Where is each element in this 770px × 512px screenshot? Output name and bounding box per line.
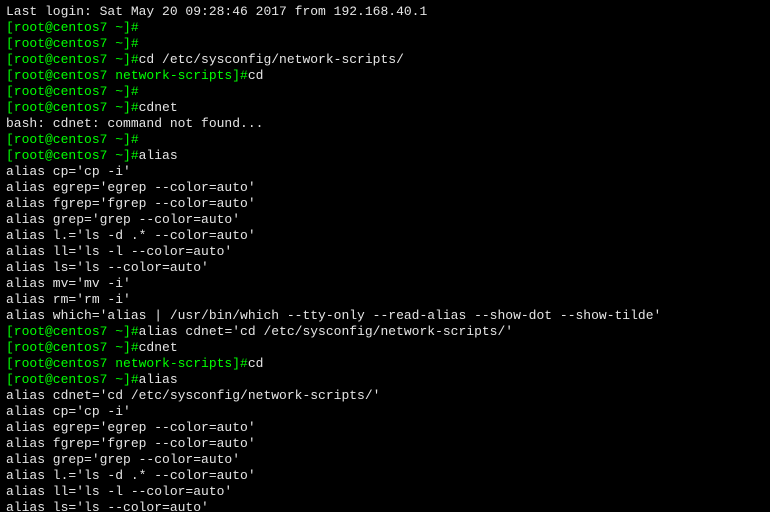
- shell-output: alias grep='grep --color=auto': [6, 452, 240, 467]
- shell-output: alias ll='ls -l --color=auto': [6, 244, 232, 259]
- shell-prompt: [root@centos7 ~]#: [6, 132, 139, 147]
- shell-output: alias fgrep='fgrep --color=auto': [6, 196, 256, 211]
- terminal-line: alias ll='ls -l --color=auto': [6, 484, 764, 500]
- shell-output: alias cp='cp -i': [6, 164, 131, 179]
- terminal-line: alias rm='rm -i': [6, 292, 764, 308]
- terminal-line: [root@centos7 ~]#cdnet: [6, 100, 764, 116]
- shell-prompt: [root@centos7 network-scripts]#: [6, 356, 248, 371]
- shell-prompt: [root@centos7 network-scripts]#: [6, 68, 248, 83]
- shell-output: alias rm='rm -i': [6, 292, 131, 307]
- shell-output: alias egrep='egrep --color=auto': [6, 420, 256, 435]
- shell-prompt: [root@centos7 ~]#: [6, 36, 139, 51]
- shell-output: alias mv='mv -i': [6, 276, 131, 291]
- terminal-line: alias l.='ls -d .* --color=auto': [6, 468, 764, 484]
- terminal-line: [root@centos7 ~]#cdnet: [6, 340, 764, 356]
- shell-output: alias cp='cp -i': [6, 404, 131, 419]
- shell-output: Last login: Sat May 20 09:28:46 2017 fro…: [6, 4, 427, 19]
- shell-prompt: [root@centos7 ~]#: [6, 84, 139, 99]
- shell-output: alias cdnet='cd /etc/sysconfig/network-s…: [6, 388, 380, 403]
- shell-output: alias l.='ls -d .* --color=auto': [6, 228, 256, 243]
- terminal-line: [root@centos7 ~]#: [6, 36, 764, 52]
- terminal-line: alias fgrep='fgrep --color=auto': [6, 196, 764, 212]
- shell-output: alias: [139, 372, 178, 387]
- shell-output: cd /etc/sysconfig/network-scripts/: [139, 52, 404, 67]
- shell-output: alias ls='ls --color=auto': [6, 260, 209, 275]
- shell-prompt: [root@centos7 ~]#: [6, 324, 139, 339]
- shell-prompt: [root@centos7 ~]#: [6, 372, 139, 387]
- terminal-line: alias grep='grep --color=auto': [6, 452, 764, 468]
- shell-output: cd: [248, 356, 264, 371]
- terminal-line: [root@centos7 network-scripts]#cd: [6, 68, 764, 84]
- terminal-line: alias ll='ls -l --color=auto': [6, 244, 764, 260]
- shell-output: alias ll='ls -l --color=auto': [6, 484, 232, 499]
- terminal-line: alias grep='grep --color=auto': [6, 212, 764, 228]
- terminal-line: alias cdnet='cd /etc/sysconfig/network-s…: [6, 388, 764, 404]
- shell-output: alias fgrep='fgrep --color=auto': [6, 436, 256, 451]
- terminal-line: [root@centos7 ~]#: [6, 84, 764, 100]
- shell-prompt: [root@centos7 ~]#: [6, 148, 139, 163]
- terminal-line: bash: cdnet: command not found...: [6, 116, 764, 132]
- terminal-line: alias cp='cp -i': [6, 404, 764, 420]
- shell-output: cdnet: [139, 340, 178, 355]
- terminal-line: alias mv='mv -i': [6, 276, 764, 292]
- terminal-line: [root@centos7 ~]#alias: [6, 372, 764, 388]
- terminal-line: alias egrep='egrep --color=auto': [6, 420, 764, 436]
- shell-output: alias ls='ls --color=auto': [6, 500, 209, 512]
- shell-prompt: [root@centos7 ~]#: [6, 340, 139, 355]
- terminal-line: alias ls='ls --color=auto': [6, 260, 764, 276]
- terminal-line: alias fgrep='fgrep --color=auto': [6, 436, 764, 452]
- terminal-line: [root@centos7 ~]#: [6, 20, 764, 36]
- shell-output: bash: cdnet: command not found...: [6, 116, 263, 131]
- shell-output: alias egrep='egrep --color=auto': [6, 180, 256, 195]
- terminal-line: [root@centos7 ~]#: [6, 132, 764, 148]
- shell-output: alias which='alias | /usr/bin/which --tt…: [6, 308, 661, 323]
- shell-prompt: [root@centos7 ~]#: [6, 100, 139, 115]
- shell-output: cd: [248, 68, 264, 83]
- terminal-line: alias ls='ls --color=auto': [6, 500, 764, 512]
- terminal-line: [root@centos7 ~]#alias: [6, 148, 764, 164]
- shell-prompt: [root@centos7 ~]#: [6, 52, 139, 67]
- terminal-line: alias egrep='egrep --color=auto': [6, 180, 764, 196]
- shell-output: alias: [139, 148, 178, 163]
- terminal-line: [root@centos7 network-scripts]#cd: [6, 356, 764, 372]
- shell-output: alias l.='ls -d .* --color=auto': [6, 468, 256, 483]
- terminal-line: [root@centos7 ~]#alias cdnet='cd /etc/sy…: [6, 324, 764, 340]
- terminal-window[interactable]: Last login: Sat May 20 09:28:46 2017 fro…: [0, 0, 770, 512]
- terminal-line: Last login: Sat May 20 09:28:46 2017 fro…: [6, 4, 764, 20]
- terminal-line: alias cp='cp -i': [6, 164, 764, 180]
- terminal-line: [root@centos7 ~]#cd /etc/sysconfig/netwo…: [6, 52, 764, 68]
- terminal-line: alias which='alias | /usr/bin/which --tt…: [6, 308, 764, 324]
- shell-output: alias cdnet='cd /etc/sysconfig/network-s…: [139, 324, 513, 339]
- shell-prompt: [root@centos7 ~]#: [6, 20, 139, 35]
- shell-output: alias grep='grep --color=auto': [6, 212, 240, 227]
- shell-output: cdnet: [139, 100, 178, 115]
- terminal-line: alias l.='ls -d .* --color=auto': [6, 228, 764, 244]
